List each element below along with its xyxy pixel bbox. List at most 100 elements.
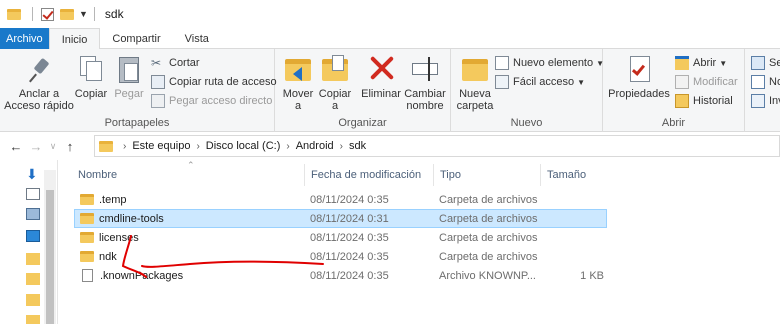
group-organizar: Mover a Copiar a Eliminar Cambiar nombre… [275,49,451,132]
group-label-organizar: Organizar [338,117,387,129]
select-none-icon [751,75,765,89]
up-arrow-icon[interactable]: ↑ [60,139,80,154]
window-title: sdk [104,7,124,21]
move-to-button[interactable]: Mover a [281,53,315,112]
scissors-icon: ✂ [151,56,162,70]
folder-icon[interactable] [26,294,40,306]
paste-shortcut-button[interactable]: Pegar acceso directo [151,92,272,110]
file-icon [82,269,93,282]
copy-icon [76,53,106,85]
back-arrow-icon[interactable]: ← [6,139,26,154]
quick-access-dropdown-icon[interactable]: ▼ [79,9,88,19]
copy-button[interactable]: Copiar [74,53,108,100]
group-portapapeles: Anclar a Acceso rápido Copiar Pegar ✂ Co… [0,49,277,132]
rename-icon [410,53,440,85]
file-row[interactable]: licenses 08/11/2024 0:35 Carpeta de arch… [72,228,780,247]
folder-icon[interactable] [26,253,40,265]
folder-icon [80,232,94,243]
delete-button[interactable]: Eliminar [361,53,401,100]
file-row-selected[interactable]: cmdline-tools 08/11/2024 0:31 Carpeta de… [72,209,780,228]
column-headers: ⌃ Nombre Fecha de modificación Tipo Tama… [72,160,780,186]
rename-button[interactable]: Cambiar nombre [403,53,447,112]
title-bar: ▼ sdk [0,0,780,28]
chevron-right-icon[interactable]: › [340,141,343,152]
copy-to-icon [320,53,350,85]
separator [32,7,33,21]
downloads-icon[interactable]: ⬇ [26,167,40,181]
chevron-right-icon[interactable]: › [286,141,289,152]
checkmark-icon[interactable] [39,6,55,22]
pin-icon [24,53,54,85]
open-button[interactable]: Abrir ▼ [675,54,727,72]
copy-path-icon [151,75,165,89]
edit-icon [675,75,689,89]
pictures-icon[interactable] [26,208,40,220]
properties-icon [624,53,654,85]
copy-to-button[interactable]: Copiar a [317,53,353,112]
address-bar[interactable]: › Este equipo › Disco local (C:) › Andro… [94,135,780,157]
breadcrumb-android[interactable]: Android [296,140,334,152]
copy-path-button[interactable]: Copiar ruta de acceso [151,73,277,91]
column-header-size[interactable]: Tamaño [540,164,608,186]
chevron-down-icon: ▼ [719,58,728,68]
separator [93,7,95,21]
group-nuevo: Nueva carpeta Nuevo elemento ▼ Fácil acc… [451,49,604,132]
chevron-right-icon[interactable]: › [196,141,199,152]
breadcrumb-disco-local[interactable]: Disco local (C:) [206,140,281,152]
file-row[interactable]: .temp 08/11/2024 0:35 Carpeta de archivo… [72,190,780,209]
navigation-pane: ⬇ [0,160,58,324]
pin-quick-access-button[interactable]: Anclar a Acceso rápido [4,53,74,112]
new-item-button[interactable]: Nuevo elemento ▼ [495,54,604,72]
open-icon [675,56,689,70]
paste-button[interactable]: Pegar [112,53,146,100]
group-label-nuevo: Nuevo [510,117,543,129]
navigation-bar: ← → ∨ ↑ › Este equipo › Disco local (C:)… [0,133,780,159]
folder-icon[interactable] [26,273,40,285]
paste-icon [114,53,144,85]
recent-locations-icon[interactable]: ∨ [46,141,60,152]
chevron-right-icon[interactable]: › [123,141,126,152]
group-label-abrir: Abrir [661,117,686,129]
group-label-portapapeles: Portapapeles [104,117,170,129]
move-icon [283,53,313,85]
new-folder-icon [460,53,490,85]
file-row[interactable]: .knownPackages 08/11/2024 0:35 Archivo K… [72,266,780,285]
breadcrumb-este-equipo[interactable]: Este equipo [132,140,190,152]
column-header-date[interactable]: Fecha de modificación [304,164,433,186]
breadcrumb-sdk[interactable]: sdk [349,140,366,152]
forward-arrow-icon[interactable]: → [26,139,46,154]
folder-icon[interactable] [6,6,22,22]
new-folder-button[interactable]: Nueva carpeta [455,53,495,112]
folder-icon[interactable] [26,315,40,324]
new-folder-quick-icon[interactable] [59,6,75,22]
history-button[interactable]: Historial [675,92,733,110]
history-icon [675,94,689,108]
ribbon: Anclar a Acceso rápido Copiar Pegar ✂ Co… [0,49,780,132]
invert-selection-icon [751,94,765,108]
easy-access-button[interactable]: Fácil acceso ▼ [495,73,585,91]
tab-vista[interactable]: Vista [173,28,221,49]
folder-icon [80,251,94,262]
documents-icon[interactable] [26,188,40,200]
edit-button[interactable]: Modificar [675,73,738,91]
cut-button[interactable]: ✂ Cortar [151,54,200,72]
column-header-name[interactable]: ⌃ Nombre [72,160,304,186]
properties-button[interactable]: Propiedades [607,53,671,100]
nav-scrollbar-thumb[interactable] [46,190,54,324]
tab-archivo[interactable]: Archivo [0,28,49,49]
invert-selection-button[interactable]: Inv [751,92,780,110]
paste-shortcut-icon [151,94,165,108]
folder-icon [99,140,113,152]
ribbon-tabs: Archivo Inicio Compartir Vista [0,28,780,50]
select-all-button[interactable]: Sel [751,54,780,72]
tab-compartir[interactable]: Compartir [100,28,172,49]
delete-icon [366,53,396,85]
folder-icon [80,213,94,224]
column-header-type[interactable]: Tipo [433,164,540,186]
tab-inicio[interactable]: Inicio [48,28,101,50]
this-pc-icon[interactable] [26,230,40,242]
file-row[interactable]: ndk 08/11/2024 0:35 Carpeta de archivos [72,247,780,266]
chevron-down-icon: ▼ [577,77,586,87]
easy-access-icon [495,75,509,89]
select-none-button[interactable]: No [751,73,780,91]
